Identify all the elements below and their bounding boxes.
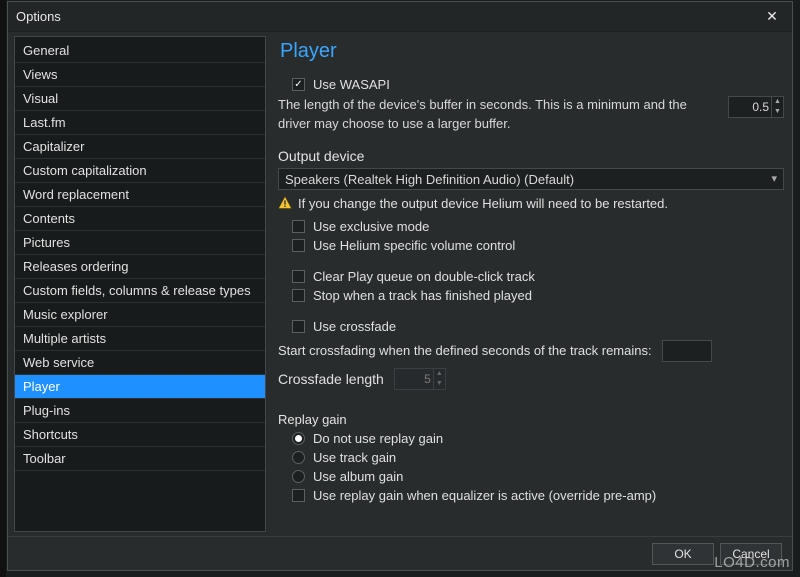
sidebar-item-toolbar[interactable]: Toolbar [15, 447, 265, 471]
page-title: Player [280, 40, 784, 63]
cancel-button[interactable]: Cancel [720, 543, 782, 565]
sidebar-item-shortcuts[interactable]: Shortcuts [15, 423, 265, 447]
replay-gain-album-label: Use album gain [313, 469, 403, 484]
sidebar-item-pictures[interactable]: Pictures [15, 231, 265, 255]
use-crossfade-label: Use crossfade [313, 319, 396, 334]
window-title: Options [16, 9, 760, 24]
sidebar-item-general[interactable]: General [15, 39, 265, 63]
crossfade-length-label: Crossfade length [278, 371, 384, 387]
sidebar-item-contents[interactable]: Contents [15, 207, 265, 231]
options-content[interactable]: Player Use WASAPI The length of the devi… [268, 32, 792, 536]
output-device-select[interactable]: Speakers (Realtek High Definition Audio)… [278, 168, 784, 190]
output-warning-text: If you change the output device Helium w… [298, 196, 668, 211]
helium-volume-label: Use Helium specific volume control [313, 238, 515, 253]
replay-gain-track-radio[interactable] [292, 451, 305, 464]
dialog-footer: OK Cancel [8, 536, 792, 570]
replay-gain-header: Replay gain [278, 412, 784, 427]
clear-queue-checkbox[interactable] [292, 270, 305, 283]
sidebar-item-last-fm[interactable]: Last.fm [15, 111, 265, 135]
use-crossfade-checkbox[interactable] [292, 320, 305, 333]
crossfade-start-input[interactable] [662, 340, 712, 362]
warning-icon [278, 196, 292, 210]
use-wasapi-checkbox[interactable] [292, 78, 305, 91]
sidebar-item-music-explorer[interactable]: Music explorer [15, 303, 265, 327]
replay-gain-none-label: Do not use replay gain [313, 431, 443, 446]
sidebar-item-custom-capitalization[interactable]: Custom capitalization [15, 159, 265, 183]
sidebar-item-word-replacement[interactable]: Word replacement [15, 183, 265, 207]
exclusive-mode-label: Use exclusive mode [313, 219, 429, 234]
stop-finished-checkbox[interactable] [292, 289, 305, 302]
buffer-seconds-input[interactable]: 0.5 ▲▼ [728, 96, 784, 118]
sidebar-item-web-service[interactable]: Web service [15, 351, 265, 375]
close-button[interactable]: ✕ [760, 5, 784, 29]
crossfade-start-label: Start crossfading when the defined secon… [278, 343, 652, 358]
ok-button[interactable]: OK [652, 543, 714, 565]
buffer-description: The length of the device's buffer in sec… [278, 96, 718, 134]
replay-gain-eq-label: Use replay gain when equalizer is active… [313, 488, 656, 503]
replay-gain-track-label: Use track gain [313, 450, 396, 465]
sidebar-item-capitalizer[interactable]: Capitalizer [15, 135, 265, 159]
title-bar: Options ✕ [8, 2, 792, 32]
replay-gain-album-radio[interactable] [292, 470, 305, 483]
clear-queue-label: Clear Play queue on double-click track [313, 269, 535, 284]
replay-gain-none-radio[interactable] [292, 432, 305, 445]
output-device-label: Output device [278, 148, 784, 164]
crossfade-length-input[interactable]: 5 ▲▼ [394, 368, 446, 390]
use-wasapi-label: Use WASAPI [313, 77, 390, 92]
helium-volume-checkbox[interactable] [292, 239, 305, 252]
replay-gain-eq-checkbox[interactable] [292, 489, 305, 502]
sidebar-item-views[interactable]: Views [15, 63, 265, 87]
sidebar-item-plug-ins[interactable]: Plug-ins [15, 399, 265, 423]
sidebar-item-custom-fields-columns-release-types[interactable]: Custom fields, columns & release types [15, 279, 265, 303]
exclusive-mode-checkbox[interactable] [292, 220, 305, 233]
stop-finished-label: Stop when a track has finished played [313, 288, 532, 303]
sidebar-item-multiple-artists[interactable]: Multiple artists [15, 327, 265, 351]
sidebar-item-releases-ordering[interactable]: Releases ordering [15, 255, 265, 279]
sidebar-item-visual[interactable]: Visual [15, 87, 265, 111]
options-sidebar[interactable]: GeneralViewsVisualLast.fmCapitalizerCust… [14, 36, 266, 532]
sidebar-item-player[interactable]: Player [15, 375, 265, 399]
